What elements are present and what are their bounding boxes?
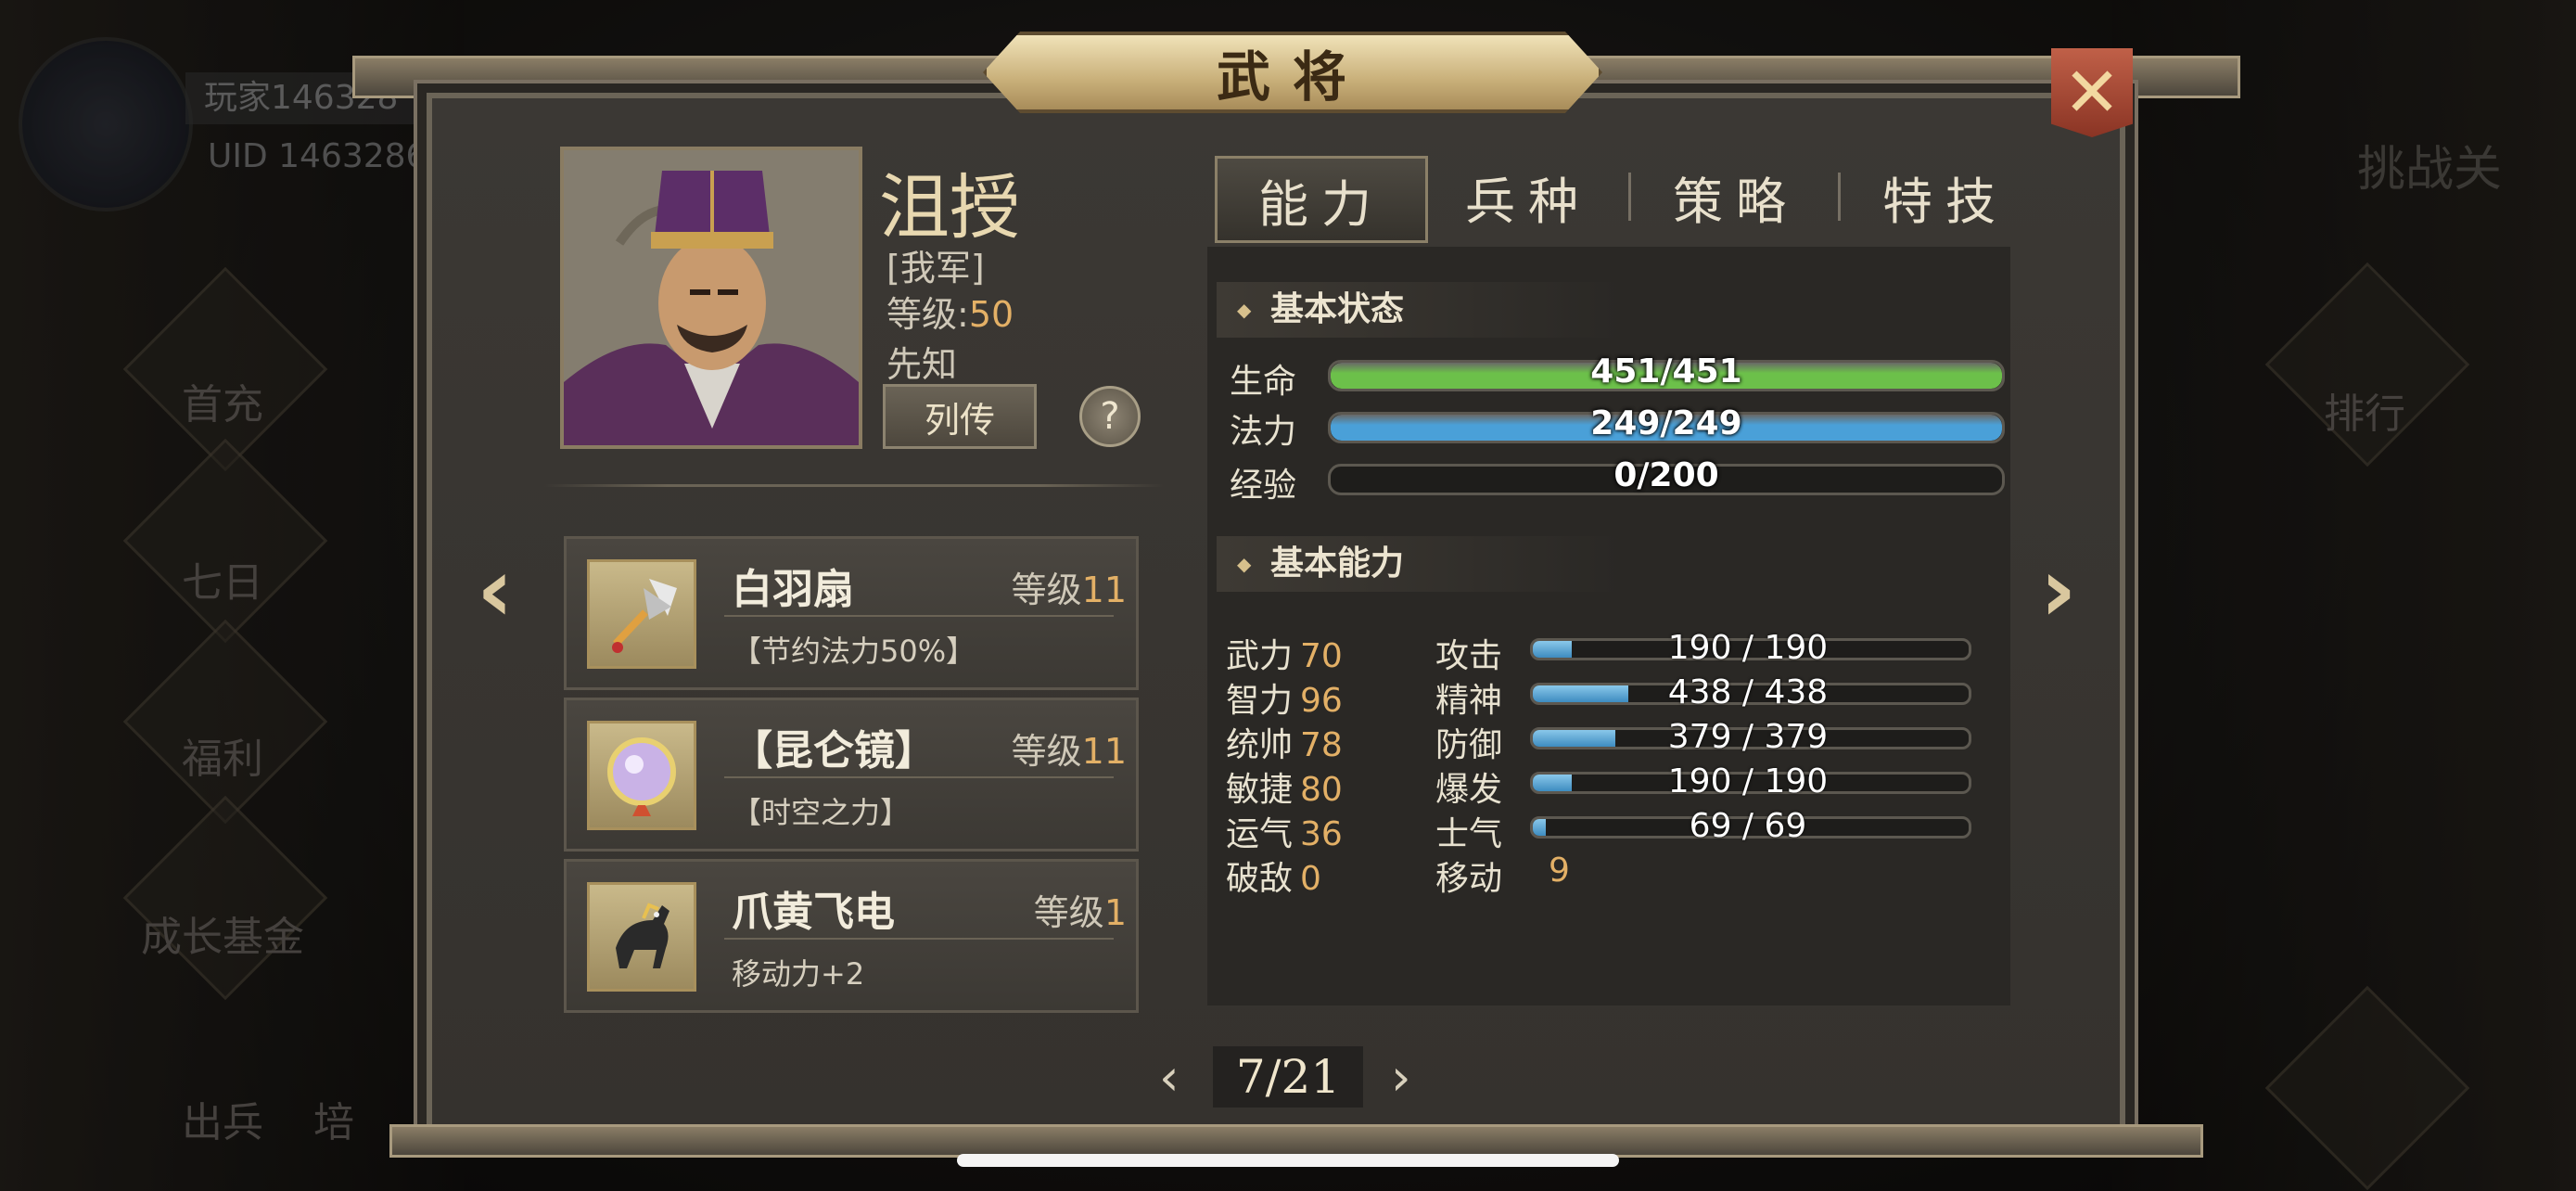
hero-name: 沮授 <box>879 166 1020 249</box>
horse-icon <box>587 882 696 992</box>
equipment-level: 等级11 <box>1011 731 1127 772</box>
derived-morale-label: 士气 <box>1435 815 1503 853</box>
basic-ability-header: 基本能力 <box>1217 536 1623 592</box>
attr-command: 统帅 78 <box>1226 726 1343 764</box>
mirror-icon <box>587 721 696 830</box>
tab-bar: 能力 兵种 策略 特技 <box>1215 156 2012 243</box>
hp-value: 451/451 <box>1590 352 1742 391</box>
equipment-divider <box>724 938 1114 940</box>
hero-level: 等级:50 <box>886 286 1014 337</box>
page-prev-icon[interactable]: ‹ <box>1159 1048 1180 1107</box>
equipment-level: 等级1 <box>1033 892 1127 933</box>
hero-faction: [我军] <box>886 248 985 288</box>
tab-separator <box>1838 173 1841 221</box>
attr-force: 武力 70 <box>1226 637 1343 675</box>
burst-value: 190 / 190 <box>1667 762 1829 800</box>
dialog-frame-bottom <box>389 1124 2203 1158</box>
tab-troops[interactable]: 兵种 <box>1424 156 1632 237</box>
hero-level-label: 等级: <box>886 294 969 335</box>
attack-value: 190 / 190 <box>1667 629 1829 667</box>
equipment-slot-3[interactable]: 爪黄飞电 等级1 移动力+2 <box>564 859 1139 1013</box>
page-indicator: 7/21 <box>1213 1046 1363 1108</box>
equipment-slot-1[interactable]: 白羽扇 等级11 【节约法力50%】 <box>564 536 1139 690</box>
derived-spirit-label: 精神 <box>1435 682 1503 720</box>
previous-hero-arrow-icon[interactable]: ‹ <box>477 538 514 642</box>
dialog-title-plate: 武将 <box>983 32 1602 113</box>
mp-label: 法力 <box>1230 413 1297 451</box>
equipment-desc: 【时空之力】 <box>732 795 911 830</box>
tab-ability[interactable]: 能力 <box>1215 156 1428 243</box>
derived-burst-label: 爆发 <box>1435 771 1503 809</box>
equipment-name: 白羽扇 <box>732 566 854 613</box>
hero-class: 先知 <box>886 344 958 385</box>
derived-attack-label: 攻击 <box>1435 637 1503 675</box>
equipment-name: 爪黄飞电 <box>732 889 895 936</box>
spirit-value: 438 / 438 <box>1667 673 1829 711</box>
defense-value: 379 / 379 <box>1667 718 1829 756</box>
attr-break-enemy: 破敌 0 <box>1226 860 1321 898</box>
equipment-desc: 移动力+2 <box>732 956 865 992</box>
hero-portrait <box>560 147 862 449</box>
attr-agility: 敏捷 80 <box>1226 771 1343 809</box>
tab-separator <box>1628 173 1631 221</box>
morale-value: 69 / 69 <box>1689 807 1807 845</box>
exp-label: 经验 <box>1230 467 1297 505</box>
exp-value: 0/200 <box>1613 456 1719 494</box>
equipment-slot-2[interactable]: 【昆仑镜】 等级11 【时空之力】 <box>564 698 1139 852</box>
close-x-icon: ✕ <box>2062 53 2121 133</box>
help-button[interactable]: ? <box>1079 386 1141 447</box>
tab-strategy[interactable]: 策略 <box>1632 156 1840 237</box>
move-value: 9 <box>1549 852 1570 890</box>
equipment-desc: 【节约法力50%】 <box>732 634 976 669</box>
derived-defense-label: 防御 <box>1435 726 1503 764</box>
dialog-title: 武将 <box>1216 45 1369 109</box>
page-next-icon[interactable]: › <box>1391 1048 1411 1107</box>
next-hero-arrow-icon[interactable]: › <box>2040 538 2077 642</box>
attr-luck: 运气 36 <box>1226 815 1343 853</box>
derived-move-label: 移动 <box>1435 860 1503 898</box>
home-indicator[interactable] <box>957 1154 1619 1167</box>
close-button[interactable]: ✕ <box>2051 48 2133 137</box>
biography-button[interactable]: 列传 <box>883 384 1037 449</box>
attr-intelligence: 智力 96 <box>1226 682 1343 720</box>
portrait-divider <box>543 484 1165 487</box>
hero-portrait-image <box>564 150 859 445</box>
basic-status-header: 基本状态 <box>1217 282 1623 338</box>
hp-label: 生命 <box>1230 363 1297 401</box>
mp-value: 249/249 <box>1590 404 1742 442</box>
equipment-divider <box>724 615 1114 617</box>
equipment-divider <box>724 776 1114 778</box>
equipment-name: 【昆仑镜】 <box>732 727 936 775</box>
tab-skill[interactable]: 特技 <box>1842 156 2049 237</box>
fan-icon <box>587 559 696 669</box>
equipment-level: 等级11 <box>1011 570 1127 610</box>
hero-level-value: 50 <box>968 294 1014 335</box>
